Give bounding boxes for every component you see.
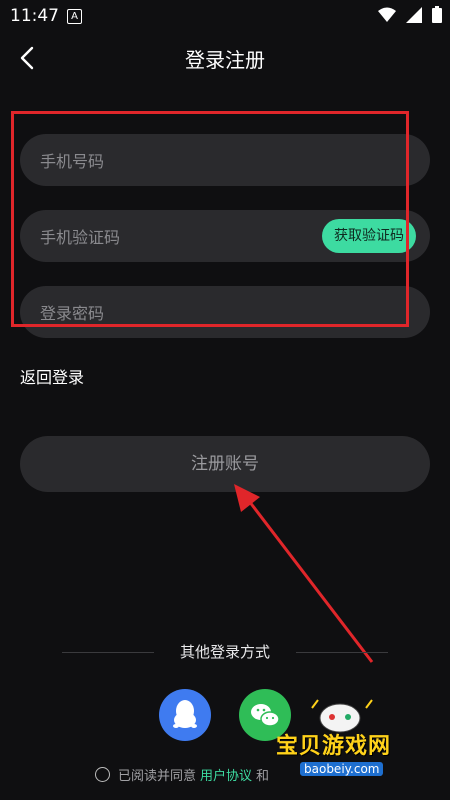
battery-icon xyxy=(432,6,442,23)
qq-icon xyxy=(173,700,197,728)
password-input[interactable] xyxy=(38,286,302,340)
password-field[interactable] xyxy=(20,286,430,340)
agree-prefix: 已阅读并同意 xyxy=(118,769,197,784)
register-button[interactable]: 注册账号 xyxy=(20,436,430,492)
user-agreement-link[interactable]: 用户协议 xyxy=(200,765,252,784)
back-login-link[interactable]: 返回登录 xyxy=(20,364,84,388)
agree-radio[interactable] xyxy=(95,767,110,782)
phone-field[interactable] xyxy=(20,134,430,188)
qq-login-button[interactable] xyxy=(159,689,211,741)
agreement-row: 已阅读并同意 用户协议 和 xyxy=(95,765,269,784)
notification-a-icon: A xyxy=(67,9,82,24)
status-bar: 11:47 A xyxy=(0,0,450,32)
status-time: 11:47 xyxy=(10,6,59,26)
agree-and: 和 xyxy=(256,769,270,784)
watermark-text: 宝贝游戏网 xyxy=(276,734,392,759)
wifi-icon xyxy=(378,7,396,22)
red-arrow-annotation xyxy=(234,484,374,663)
system-icons xyxy=(378,6,442,23)
page-title: 登录注册 xyxy=(185,48,265,72)
get-code-button[interactable]: 获取验证码 xyxy=(322,219,416,253)
signal-icon xyxy=(406,6,422,23)
top-bar: 登录注册 xyxy=(0,32,450,84)
watermark-url: baobeiy.com xyxy=(300,762,384,776)
other-login-label: 其他登录方式 xyxy=(179,643,270,661)
phone-input[interactable] xyxy=(38,134,302,188)
code-field[interactable]: 获取验证码 xyxy=(20,210,430,264)
code-input[interactable] xyxy=(38,210,302,264)
